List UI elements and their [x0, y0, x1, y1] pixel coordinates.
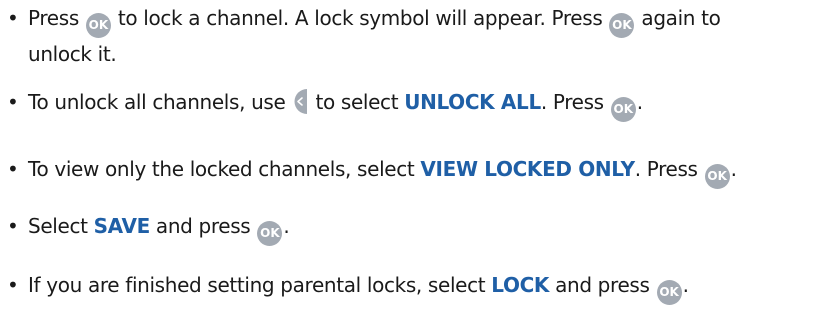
text-segment: To unlock all channels, use [28, 90, 286, 114]
text-segment: . Press [540, 90, 604, 114]
ok-button-icon: OK [610, 97, 636, 122]
keyword-save: SAVE [93, 214, 151, 238]
list-item: • If you are finished setting parental l… [0, 269, 833, 305]
text-segment: . [636, 90, 643, 114]
ok-button-icon: OK [85, 13, 111, 38]
ok-button-icon: OK [656, 280, 682, 305]
bullet-dot: • [7, 214, 19, 238]
instruction-list: • Press OK to lock a channel. A lock sym… [0, 0, 833, 318]
line-2: unlock it. [28, 38, 833, 71]
text-segment: to lock a channel. A lock symbol will ap… [117, 6, 603, 30]
bullet-dot: • [7, 90, 19, 114]
ok-button-icon: OK [257, 221, 283, 246]
text-segment: Select [28, 214, 88, 238]
list-item: • Press OK to lock a channel. A lock sym… [0, 2, 833, 71]
text-segment: to select [315, 90, 399, 114]
keyword-lock: LOCK [491, 273, 550, 297]
text-segment: . [682, 273, 689, 297]
line-1: Press OK to lock a channel. A lock symbo… [28, 2, 833, 38]
text-segment: If you are finished setting parental loc… [28, 273, 486, 297]
text-segment: To view only the locked channels, select [28, 157, 415, 181]
ok-button-icon: OK [704, 164, 730, 189]
bullet-dot: • [7, 157, 19, 181]
list-item: • To view only the locked channels, sele… [0, 153, 833, 189]
bullet-dot: • [7, 273, 19, 297]
left-arrow-button-icon [294, 89, 308, 114]
list-item: • To unlock all channels, use to select … [0, 86, 833, 122]
text-segment: . [730, 157, 737, 181]
text-segment: and press [155, 214, 251, 238]
text-segment: unlock it. [28, 42, 117, 66]
text-segment: . Press [634, 157, 698, 181]
bullet-dot: • [7, 6, 19, 30]
ok-button-icon: OK [609, 13, 635, 38]
text-segment: . [283, 214, 290, 238]
keyword-view-locked-only: VIEW LOCKED ONLY [420, 157, 635, 181]
text-segment: and press [555, 273, 650, 297]
list-item: • Select SAVE and press OK. [0, 210, 833, 246]
keyword-unlock-all: UNLOCK ALL [404, 90, 541, 114]
text-segment: Press [28, 6, 79, 30]
text-segment: again to [641, 6, 721, 30]
